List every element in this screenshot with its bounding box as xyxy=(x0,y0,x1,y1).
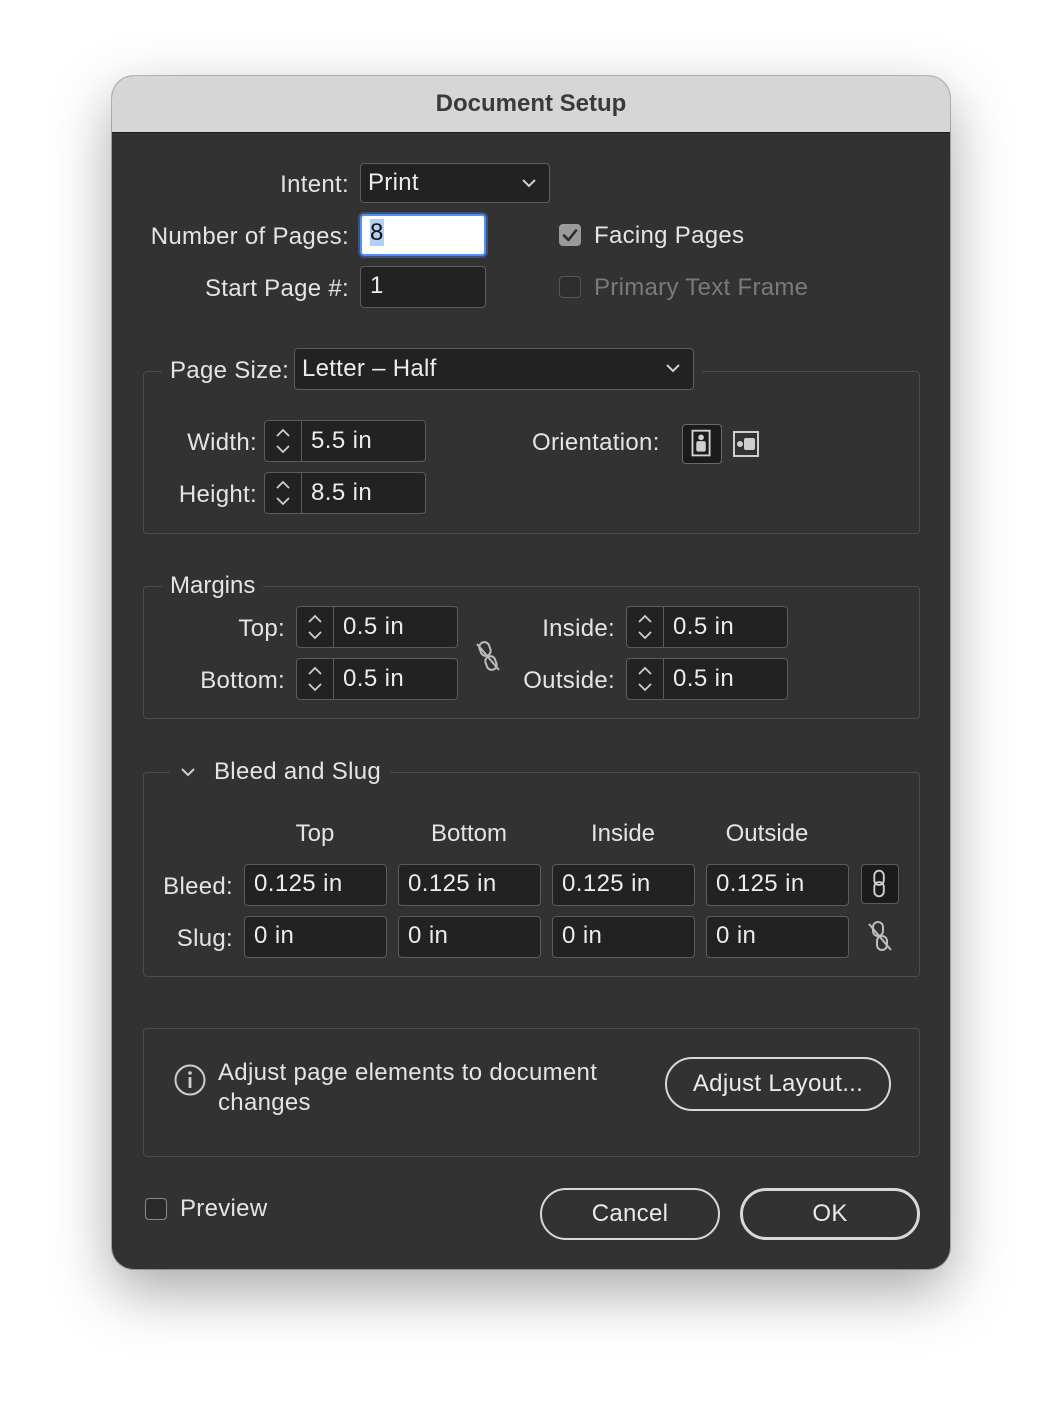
number-of-pages-input[interactable]: 8 xyxy=(360,214,486,256)
bleed-slug-disclosure[interactable] xyxy=(176,760,200,784)
chevron-down-icon xyxy=(666,364,680,373)
margin-top-label: Top: xyxy=(238,615,285,642)
margin-bottom-value: 0.5 in xyxy=(343,665,405,692)
page-size-label: Page Size: xyxy=(170,357,290,384)
facing-pages-checkbox[interactable] xyxy=(559,224,581,246)
intent-select[interactable]: Print xyxy=(360,163,550,203)
adjust-text-line1: Adjust page elements to document xyxy=(218,1059,598,1086)
document-setup-dialog: Document Setup Intent: Print Number of P… xyxy=(112,76,950,1269)
primary-text-frame-label: Primary Text Frame xyxy=(594,274,809,301)
bleed-top-input[interactable]: 0.125 in xyxy=(244,864,387,906)
landscape-orientation-button[interactable] xyxy=(728,424,768,464)
bleed-inside-input[interactable]: 0.125 in xyxy=(552,864,695,906)
slug-bottom-input[interactable]: 0 in xyxy=(398,916,541,958)
orientation-label: Orientation: xyxy=(532,429,660,456)
margin-bottom-label: Bottom: xyxy=(200,667,285,694)
margin-outside-value: 0.5 in xyxy=(673,665,735,692)
margin-outside-label: Outside: xyxy=(523,667,615,694)
portrait-orientation-button[interactable] xyxy=(682,424,722,464)
ok-button[interactable]: OK xyxy=(740,1188,920,1240)
slug-label: Slug: xyxy=(176,925,233,952)
link-icon xyxy=(873,869,885,898)
width-stepper[interactable]: 5.5 in xyxy=(264,420,426,462)
bleed-outside-input[interactable]: 0.125 in xyxy=(706,864,849,906)
bleed-label: Bleed: xyxy=(163,873,233,900)
facing-pages-label: Facing Pages xyxy=(594,222,745,249)
adjust-layout-button[interactable]: Adjust Layout... xyxy=(665,1057,891,1111)
column-header-bottom: Bottom xyxy=(430,820,508,847)
stepper-icon[interactable] xyxy=(265,473,302,513)
unlink-icon xyxy=(868,921,892,951)
slug-inside-input[interactable]: 0 in xyxy=(552,916,695,958)
slug-outside-input[interactable]: 0 in xyxy=(706,916,849,958)
cancel-button[interactable]: Cancel xyxy=(540,1188,720,1240)
width-label: Width: xyxy=(187,429,257,456)
margin-inside-value: 0.5 in xyxy=(673,613,735,640)
stepper-icon[interactable] xyxy=(297,659,334,699)
margin-inside-label: Inside: xyxy=(542,615,615,642)
landscape-icon xyxy=(733,431,759,457)
margins-legend: Margins xyxy=(162,571,264,601)
bleed-link-button[interactable] xyxy=(861,864,899,904)
height-label: Height: xyxy=(178,481,257,508)
adjust-text-line2: changes xyxy=(218,1089,311,1116)
info-icon xyxy=(174,1064,206,1096)
bleed-slug-legend: Bleed and Slug xyxy=(214,758,381,785)
column-header-top: Top xyxy=(295,820,335,847)
unlink-icon xyxy=(476,641,500,671)
number-of-pages-label: Number of Pages: xyxy=(150,223,349,250)
preview-checkbox[interactable] xyxy=(145,1198,167,1220)
intent-label: Intent: xyxy=(280,171,349,198)
checkmark-icon xyxy=(562,229,578,242)
preview-label: Preview xyxy=(180,1195,268,1222)
number-of-pages-value: 8 xyxy=(370,219,384,246)
slug-link-button[interactable] xyxy=(864,918,896,954)
portrait-icon xyxy=(691,429,711,457)
stepper-icon[interactable] xyxy=(265,421,302,461)
start-page-input[interactable]: 1 xyxy=(360,266,486,308)
stepper-icon[interactable] xyxy=(627,607,664,647)
width-value: 5.5 in xyxy=(311,427,373,454)
page-size-select[interactable]: Letter – Half xyxy=(294,348,694,390)
chevron-down-icon xyxy=(522,179,536,188)
stepper-icon[interactable] xyxy=(627,659,664,699)
slug-top-input[interactable]: 0 in xyxy=(244,916,387,958)
column-header-inside: Inside xyxy=(590,820,656,847)
margin-top-value: 0.5 in xyxy=(343,613,405,640)
bleed-bottom-input[interactable]: 0.125 in xyxy=(398,864,541,906)
stepper-icon[interactable] xyxy=(297,607,334,647)
primary-text-frame-checkbox[interactable] xyxy=(559,276,581,298)
margin-bottom-stepper[interactable]: 0.5 in xyxy=(296,658,458,700)
page-size-value: Letter – Half xyxy=(302,355,437,382)
height-stepper[interactable]: 8.5 in xyxy=(264,472,426,514)
start-page-label: Start Page #: xyxy=(205,275,349,302)
margin-top-stepper[interactable]: 0.5 in xyxy=(296,606,458,648)
margin-outside-stepper[interactable]: 0.5 in xyxy=(626,658,788,700)
column-header-outside: Outside xyxy=(725,820,809,847)
chevron-down-icon xyxy=(181,768,195,777)
intent-value: Print xyxy=(368,169,419,196)
margins-group xyxy=(143,586,920,719)
margin-inside-stepper[interactable]: 0.5 in xyxy=(626,606,788,648)
height-value: 8.5 in xyxy=(311,479,373,506)
margins-link-button[interactable] xyxy=(472,638,504,674)
dialog-body: Intent: Print Number of Pages: 8 Start P… xyxy=(112,76,950,1269)
